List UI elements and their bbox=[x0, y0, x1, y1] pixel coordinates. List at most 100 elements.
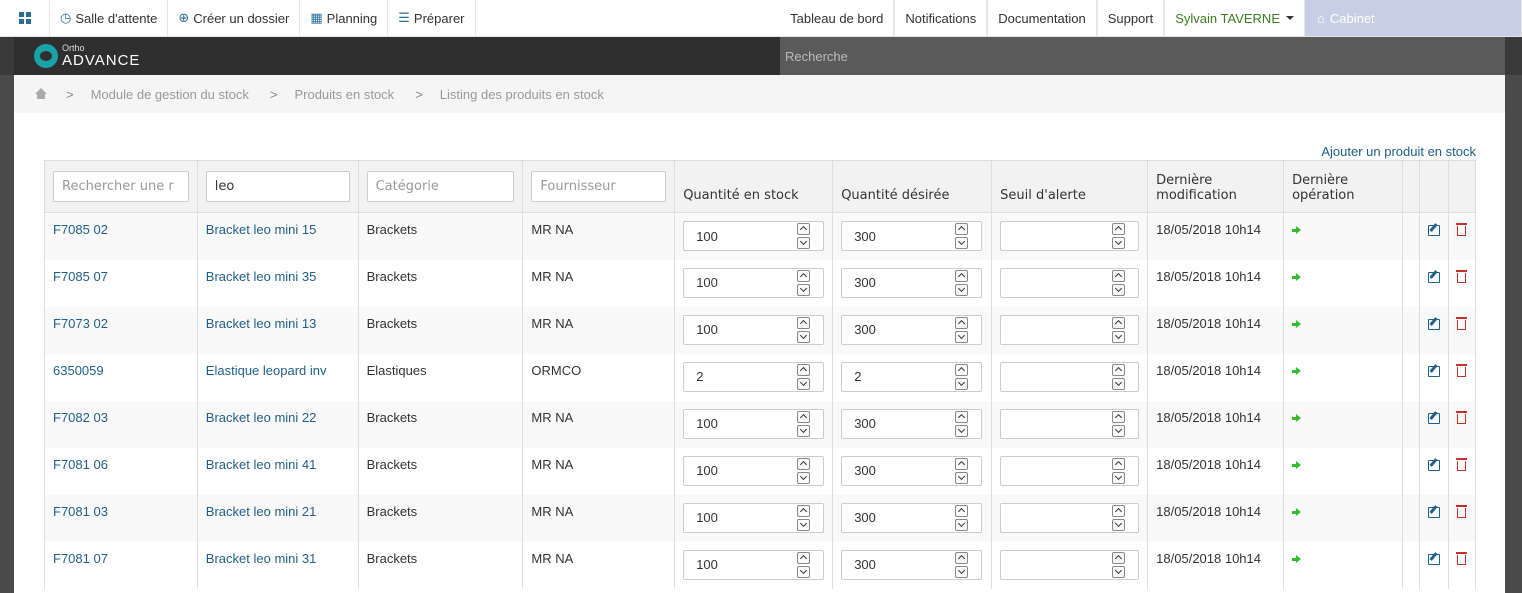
product-name-link[interactable]: Bracket leo mini 35 bbox=[206, 269, 317, 284]
search-input[interactable]: Recherche bbox=[780, 37, 1505, 75]
number-stepper[interactable]: 100 bbox=[683, 408, 825, 439]
stepper-down-icon[interactable] bbox=[1112, 283, 1126, 296]
stepper-down-icon[interactable] bbox=[797, 330, 811, 343]
number-stepper[interactable]: 300 bbox=[841, 502, 983, 533]
stepper-down-icon[interactable] bbox=[797, 283, 811, 296]
add-product-link[interactable]: Ajouter un produit en stock bbox=[1321, 144, 1476, 159]
nav-preparer[interactable]: ☰ Préparer bbox=[388, 0, 476, 36]
number-stepper[interactable] bbox=[1000, 267, 1140, 298]
product-name-link[interactable]: Bracket leo mini 13 bbox=[206, 316, 317, 331]
trash-icon[interactable] bbox=[1456, 223, 1468, 236]
stepper-up-icon[interactable] bbox=[1112, 269, 1126, 282]
number-stepper[interactable] bbox=[1000, 314, 1140, 345]
number-stepper[interactable] bbox=[1000, 455, 1140, 486]
product-name-link[interactable]: Bracket leo mini 31 bbox=[206, 551, 317, 566]
number-stepper[interactable]: 100 bbox=[683, 314, 825, 345]
stepper-up-icon[interactable] bbox=[1112, 410, 1126, 423]
number-stepper[interactable]: 100 bbox=[683, 267, 825, 298]
stepper-up-icon[interactable] bbox=[1112, 457, 1126, 470]
stepper-down-icon[interactable] bbox=[1112, 424, 1126, 437]
arrow-right-icon[interactable] bbox=[1292, 460, 1302, 470]
product-name-link[interactable]: Elastique leopard inv bbox=[206, 363, 327, 378]
stepper-down-icon[interactable] bbox=[955, 518, 969, 531]
stepper-up-icon[interactable] bbox=[797, 223, 811, 235]
arrow-right-icon[interactable] bbox=[1292, 413, 1302, 423]
number-stepper[interactable] bbox=[1000, 408, 1140, 439]
nav-documentation[interactable]: Documentation bbox=[987, 0, 1097, 36]
edit-icon[interactable] bbox=[1427, 412, 1440, 424]
stepper-down-icon[interactable] bbox=[955, 330, 969, 343]
stepper-up-icon[interactable] bbox=[1112, 223, 1126, 235]
nav-planning[interactable]: ▦ Planning bbox=[300, 0, 389, 36]
number-stepper[interactable]: 100 bbox=[683, 221, 825, 251]
trash-icon[interactable] bbox=[1456, 457, 1468, 471]
stepper-down-icon[interactable] bbox=[955, 424, 969, 437]
home-icon[interactable] bbox=[34, 88, 48, 100]
ref-link[interactable]: F7082 03 bbox=[53, 410, 108, 425]
stepper-up-icon[interactable] bbox=[797, 504, 811, 517]
stepper-up-icon[interactable] bbox=[955, 457, 969, 470]
stepper-down-icon[interactable] bbox=[955, 377, 969, 390]
edit-icon[interactable] bbox=[1427, 318, 1440, 330]
number-stepper[interactable]: 100 bbox=[683, 502, 825, 533]
product-name-link[interactable]: Bracket leo mini 22 bbox=[206, 410, 317, 425]
arrow-right-icon[interactable] bbox=[1292, 319, 1302, 329]
edit-icon[interactable] bbox=[1427, 506, 1440, 518]
stepper-up-icon[interactable] bbox=[1112, 551, 1126, 564]
stepper-up-icon[interactable] bbox=[1112, 316, 1126, 329]
stepper-down-icon[interactable] bbox=[1112, 237, 1126, 249]
ref-link[interactable]: F7085 02 bbox=[53, 222, 108, 237]
stepper-down-icon[interactable] bbox=[797, 377, 811, 390]
stepper-down-icon[interactable] bbox=[797, 565, 811, 578]
ref-link[interactable]: F7073 02 bbox=[53, 316, 108, 331]
trash-icon[interactable] bbox=[1456, 316, 1468, 330]
brand-logo[interactable]: Ortho ADVANCE bbox=[34, 43, 140, 69]
name-search-input[interactable] bbox=[205, 171, 350, 202]
arrow-right-icon[interactable] bbox=[1292, 272, 1302, 282]
stepper-up-icon[interactable] bbox=[797, 410, 811, 423]
stepper-up-icon[interactable] bbox=[955, 363, 969, 376]
stepper-down-icon[interactable] bbox=[955, 565, 969, 578]
col-header-threshold[interactable]: Seuil d'alerte bbox=[991, 160, 1149, 213]
trash-icon[interactable] bbox=[1456, 363, 1468, 377]
stepper-down-icon[interactable] bbox=[1112, 471, 1126, 484]
stepper-up-icon[interactable] bbox=[955, 269, 969, 282]
stepper-down-icon[interactable] bbox=[797, 424, 811, 437]
stepper-up-icon[interactable] bbox=[955, 316, 969, 329]
breadcrumb-item[interactable]: Module de gestion du stock bbox=[91, 87, 249, 102]
edit-icon[interactable] bbox=[1427, 459, 1440, 471]
stepper-up-icon[interactable] bbox=[797, 457, 811, 470]
trash-icon[interactable] bbox=[1456, 269, 1468, 283]
number-stepper[interactable]: 100 bbox=[683, 455, 825, 486]
number-stepper[interactable]: 300 bbox=[841, 549, 983, 580]
stepper-down-icon[interactable] bbox=[1112, 518, 1126, 531]
arrow-right-icon[interactable] bbox=[1292, 554, 1302, 564]
stepper-down-icon[interactable] bbox=[1112, 377, 1126, 390]
stepper-up-icon[interactable] bbox=[1112, 363, 1126, 376]
stepper-up-icon[interactable] bbox=[1112, 504, 1126, 517]
stepper-up-icon[interactable] bbox=[797, 269, 811, 282]
arrow-right-icon[interactable] bbox=[1292, 507, 1302, 517]
number-stepper[interactable]: 2 bbox=[841, 361, 983, 392]
stepper-down-icon[interactable] bbox=[1112, 565, 1126, 578]
edit-icon[interactable] bbox=[1427, 271, 1440, 283]
stepper-up-icon[interactable] bbox=[955, 551, 969, 564]
number-stepper[interactable]: 100 bbox=[683, 549, 825, 580]
ref-link[interactable]: F7081 06 bbox=[53, 457, 108, 472]
stepper-down-icon[interactable] bbox=[1112, 330, 1126, 343]
number-stepper[interactable]: 300 bbox=[841, 267, 983, 298]
trash-icon[interactable] bbox=[1456, 504, 1468, 518]
ref-link[interactable]: F7085 07 bbox=[53, 269, 108, 284]
stepper-up-icon[interactable] bbox=[955, 504, 969, 517]
ref-link[interactable]: F7081 07 bbox=[53, 551, 108, 566]
arrow-right-icon[interactable] bbox=[1292, 366, 1302, 376]
stepper-down-icon[interactable] bbox=[797, 518, 811, 531]
number-stepper[interactable] bbox=[1000, 361, 1140, 392]
edit-icon[interactable] bbox=[1427, 553, 1440, 565]
arrow-right-icon[interactable] bbox=[1292, 225, 1302, 235]
number-stepper[interactable] bbox=[1000, 502, 1140, 533]
user-menu[interactable]: Sylvain TAVERNE bbox=[1164, 0, 1305, 36]
category-search-input[interactable] bbox=[366, 171, 515, 202]
stepper-up-icon[interactable] bbox=[797, 363, 811, 376]
breadcrumb-item[interactable]: Produits en stock bbox=[294, 87, 394, 102]
